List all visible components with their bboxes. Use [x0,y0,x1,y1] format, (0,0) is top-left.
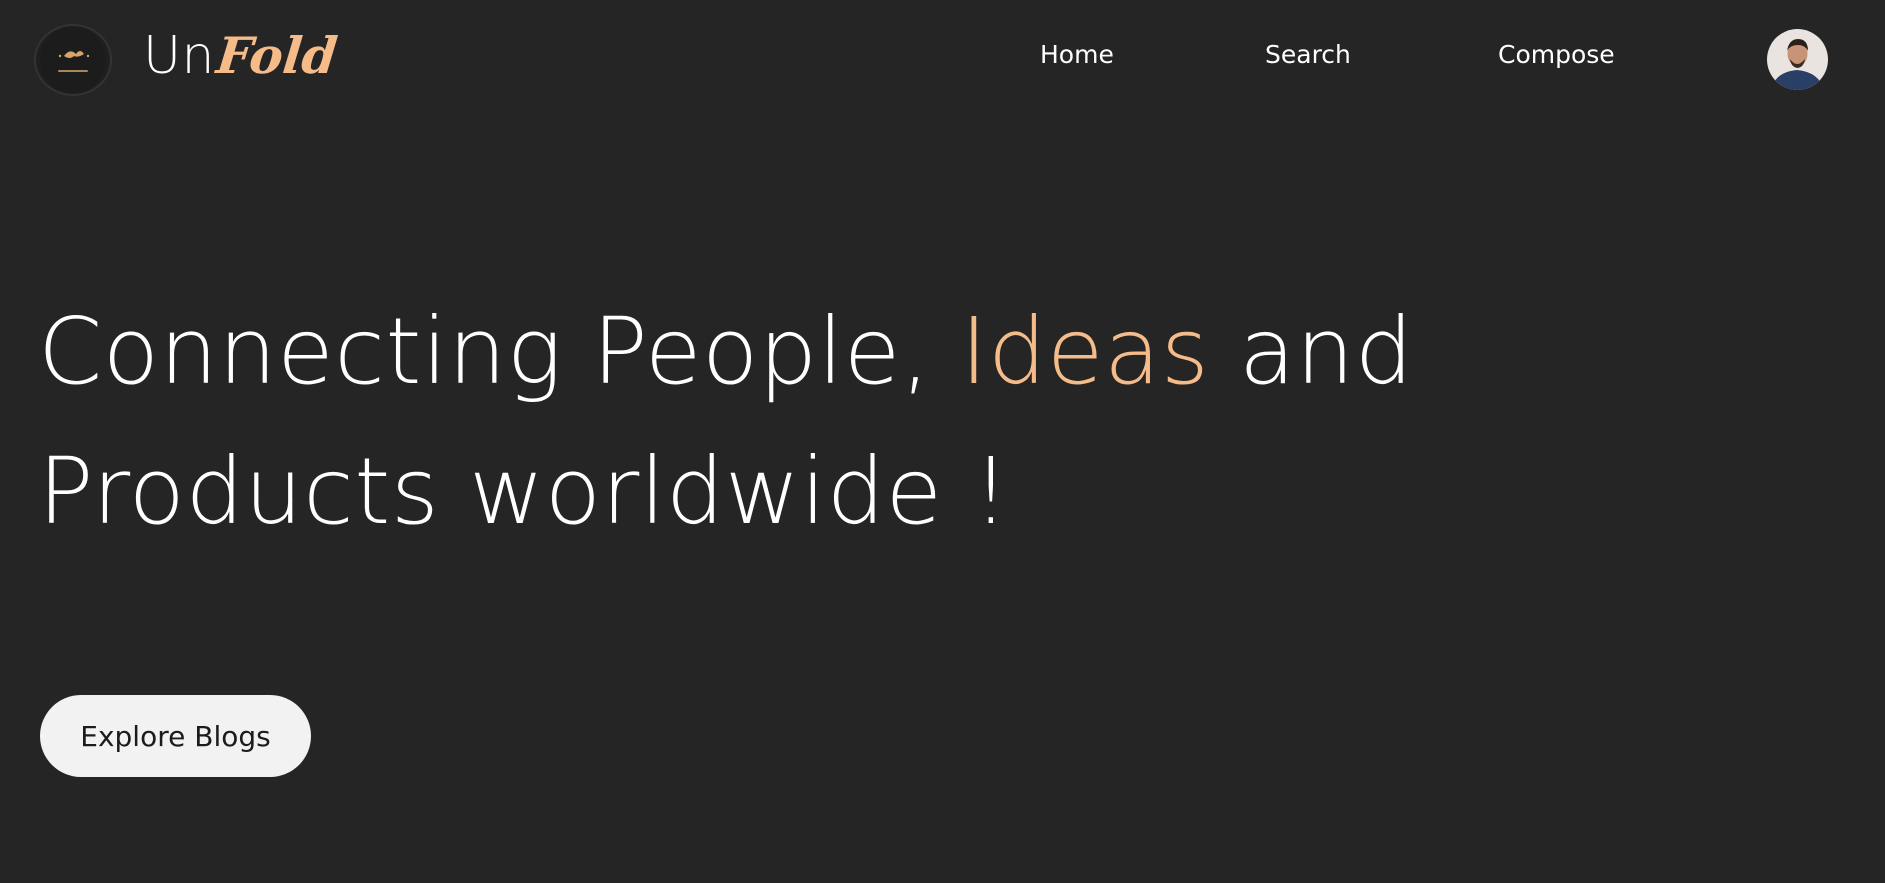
brand-name-part1: Un [143,26,216,86]
navbar: Un Fold Home Search Compose [0,0,1885,120]
explore-blogs-button[interactable]: Explore Blogs [40,695,311,777]
nav-search-link[interactable]: Search [1265,40,1351,69]
brand-name-part2: Fold [213,26,341,85]
brand-name[interactable]: Un Fold [143,26,341,96]
nav-home-link[interactable]: Home [1040,40,1114,69]
hero-headline-accent: Ideas [960,298,1210,405]
user-avatar-icon[interactable] [1767,29,1828,90]
brand-logo-icon[interactable] [34,24,112,96]
hero-headline-part1: Connecting People, [38,298,961,405]
nav-compose-link[interactable]: Compose [1498,40,1615,69]
hero-headline: Connecting People, Ideas and Products wo… [38,282,1838,562]
